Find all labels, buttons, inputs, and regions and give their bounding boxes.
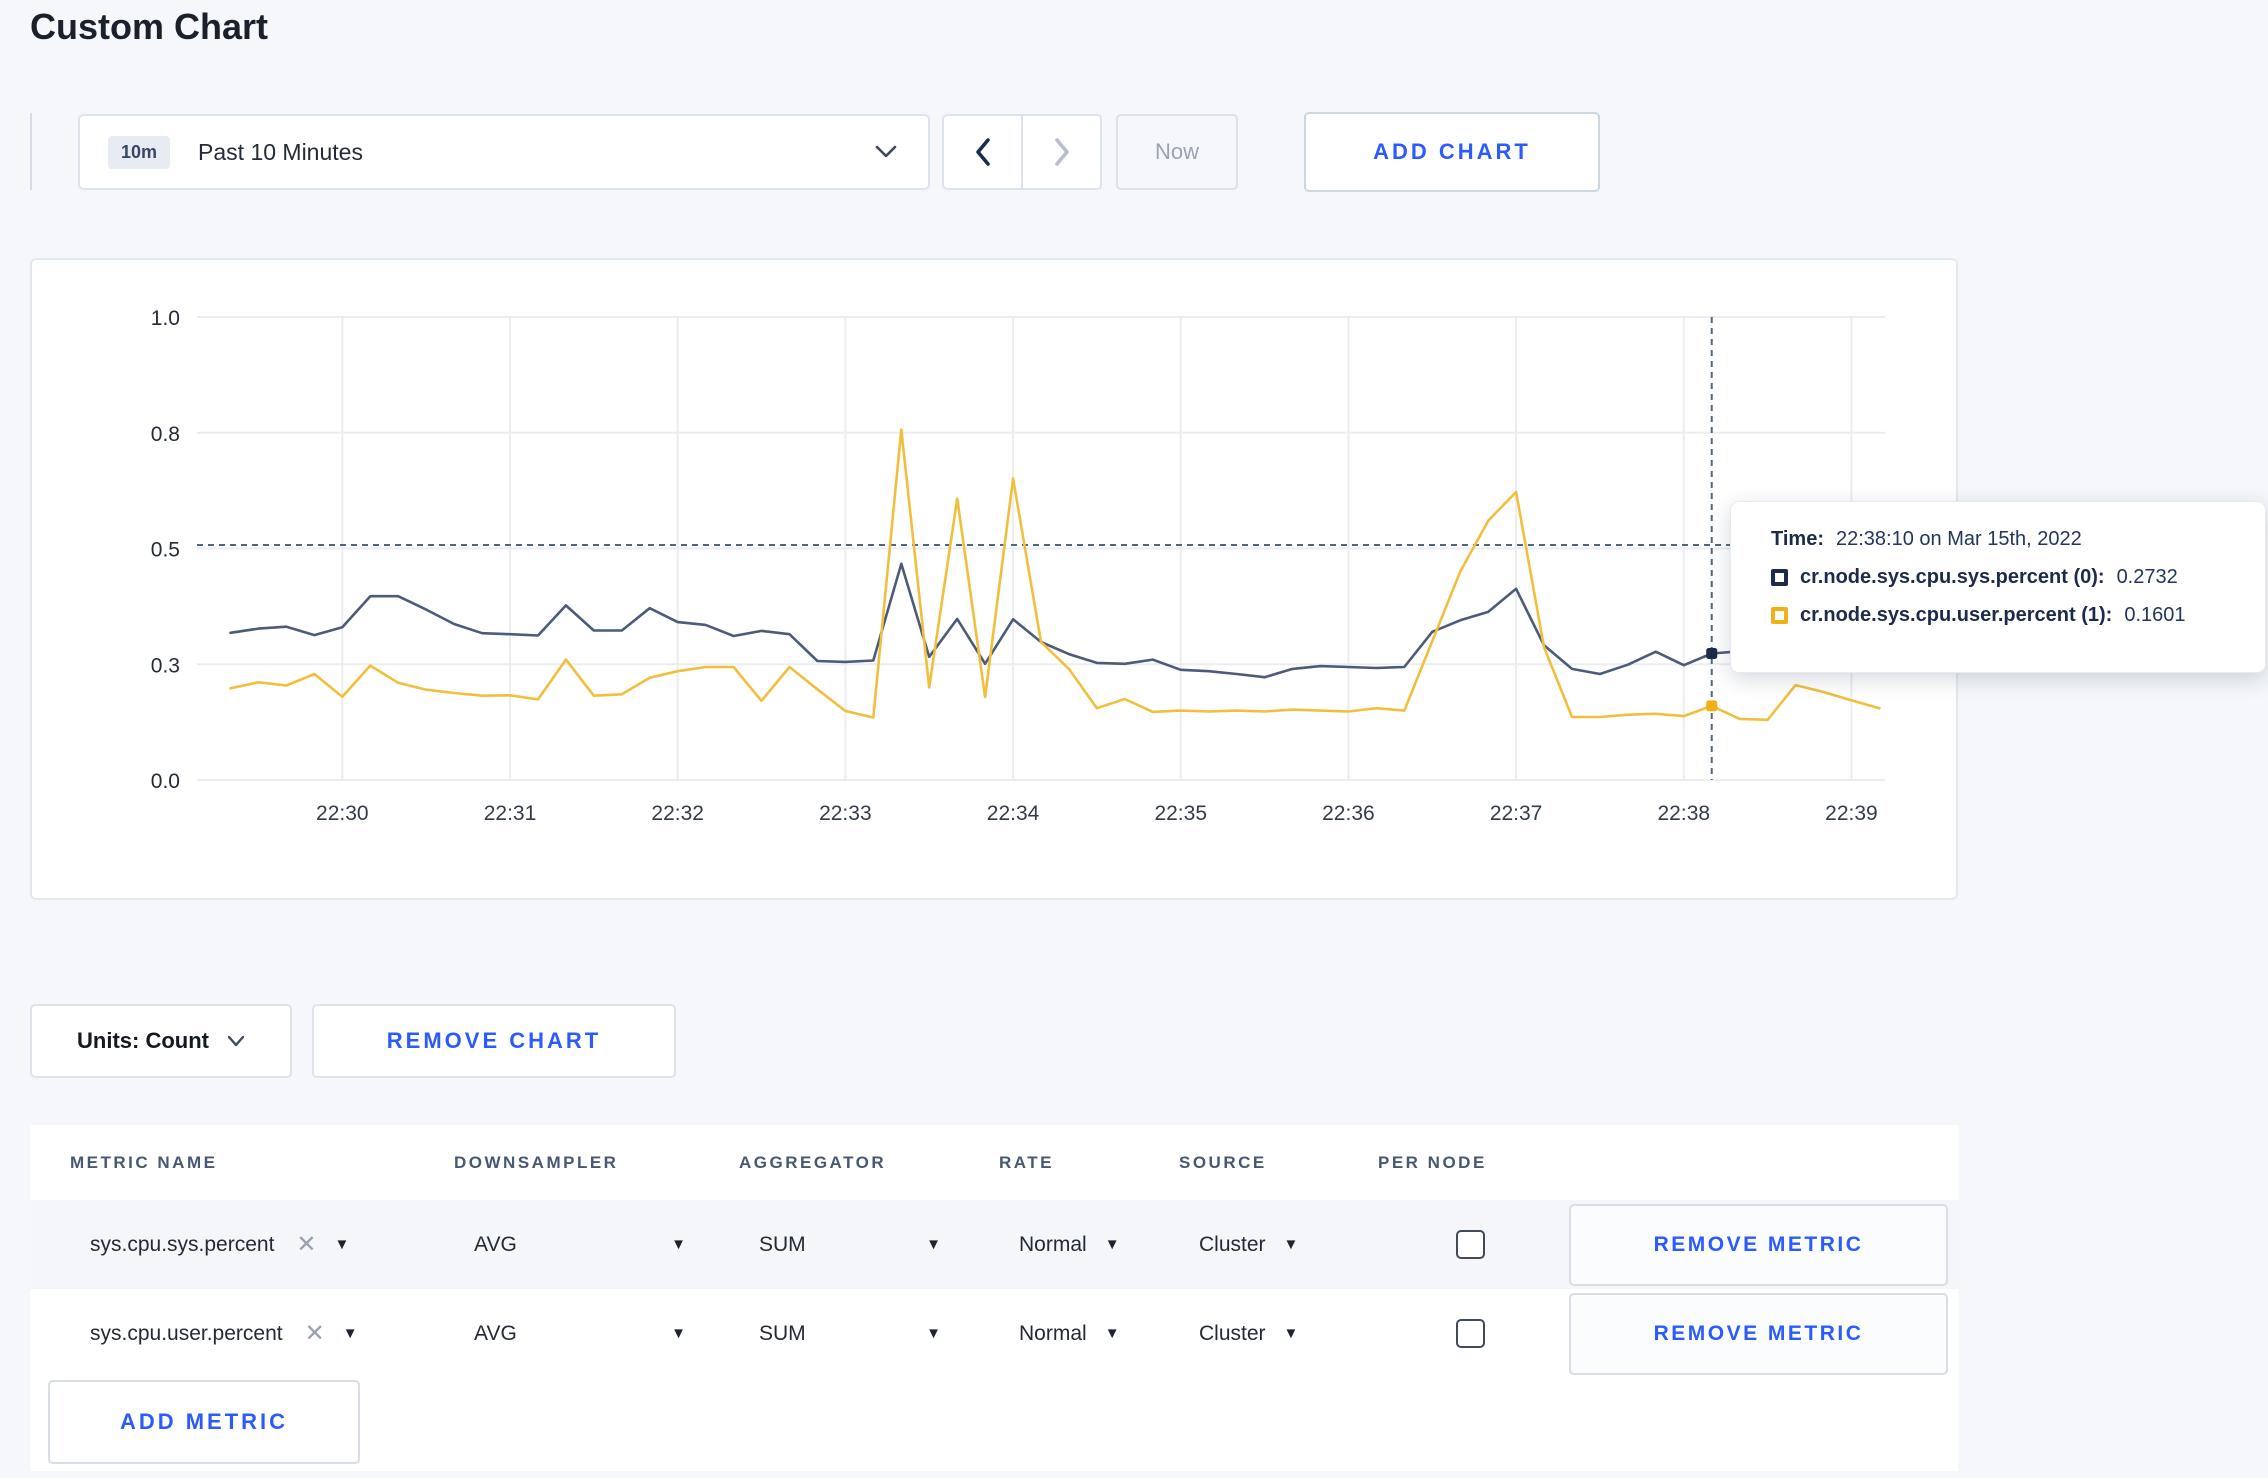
toolbar-divider [30, 113, 32, 190]
metrics-table: METRIC NAME DOWNSAMPLER AGGREGATOR RATE … [30, 1125, 1958, 1471]
svg-text:22:33: 22:33 [819, 802, 872, 825]
caret-down-icon: ▼ [1104, 1325, 1120, 1342]
now-button[interactable]: Now [1116, 114, 1238, 190]
clear-metric-icon[interactable]: ✕ [296, 1232, 316, 1257]
svg-text:0.3: 0.3 [151, 654, 180, 677]
tooltip-series-row: cr.node.sys.cpu.user.percent (1): 0.1601 [1771, 604, 2255, 627]
cpu-chart-svg[interactable]: 0.0 0.3 0.5 0.8 1.0 22:30 22:31 22:32 22:33 22:34… [32, 260, 1960, 902]
chevron-down-icon [227, 1035, 245, 1047]
remove-chart-button[interactable]: REMOVE CHART [312, 1004, 676, 1078]
page-title: Custom Chart [30, 6, 269, 47]
time-nav-group [942, 114, 1102, 190]
chart-card: 0.0 0.3 0.5 0.8 1.0 22:30 22:31 22:32 22:33 22:34… [30, 258, 1958, 900]
downsampler-select[interactable]: AVG ▼ [446, 1322, 731, 1346]
custom-chart-page: Custom Chart 10m Past 10 Minutes Now ADD… [0, 0, 2268, 1478]
tooltip-series-row: cr.node.sys.cpu.sys.percent (0): 0.2732 [1771, 566, 2255, 589]
next-time-button[interactable] [1021, 116, 1100, 188]
per-node-cell [1370, 1319, 1569, 1348]
tooltip-series-value: 0.1601 [2124, 604, 2186, 626]
downsampler-select[interactable]: AVG ▼ [446, 1233, 731, 1257]
tooltip-time-value: 22:38:10 on Mar 15th, 2022 [1835, 528, 2082, 550]
header-source: SOURCE [1179, 1152, 1267, 1172]
time-window-label: Past 10 Minutes [198, 138, 363, 165]
aggregator-select[interactable]: SUM ▼ [731, 1322, 991, 1346]
rate-select[interactable]: Normal ▼ [991, 1322, 1171, 1346]
caret-down-icon: ▼ [671, 1236, 686, 1253]
metric-name-select[interactable]: sys.cpu.user.percent ✕ ▼ [62, 1321, 446, 1346]
svg-text:22:38: 22:38 [1658, 802, 1711, 825]
caret-down-icon: ▼ [1283, 1325, 1299, 1342]
metric-name-select[interactable]: sys.cpu.sys.percent ✕ ▼ [62, 1232, 446, 1257]
remove-metric-button[interactable]: REMOVE METRIC [1569, 1292, 1948, 1375]
svg-text:22:35: 22:35 [1154, 802, 1207, 825]
metrics-table-header: METRIC NAME DOWNSAMPLER AGGREGATOR RATE … [30, 1125, 1958, 1200]
svg-text:22:30: 22:30 [316, 802, 369, 825]
chevron-left-icon [975, 138, 990, 166]
chevron-right-icon [1054, 138, 1069, 166]
per-node-checkbox[interactable] [1456, 1230, 1485, 1259]
tooltip-time-label: Time: [1771, 528, 1824, 550]
chevron-down-icon [874, 144, 898, 160]
source-value: Cluster [1199, 1321, 1266, 1345]
units-label: Units: Count [77, 1028, 209, 1053]
remove-metric-cell: REMOVE METRIC [1569, 1203, 1948, 1286]
source-value: Cluster [1199, 1232, 1266, 1256]
svg-text:0.5: 0.5 [151, 539, 180, 562]
svg-text:1.0: 1.0 [151, 307, 180, 330]
add-chart-button[interactable]: ADD CHART [1304, 112, 1600, 192]
header-rate: RATE [999, 1152, 1055, 1172]
downsampler-value: AVG [474, 1232, 517, 1256]
per-node-cell [1370, 1230, 1569, 1259]
series-swatch-icon [1771, 607, 1788, 624]
add-metric-button[interactable]: ADD METRIC [48, 1380, 360, 1464]
metric-name-label: sys.cpu.user.percent [90, 1321, 283, 1345]
header-metric-name: METRIC NAME [70, 1152, 218, 1172]
clear-metric-icon[interactable]: ✕ [305, 1321, 325, 1346]
tooltip-series-value: 0.2732 [2116, 566, 2178, 588]
svg-text:22:36: 22:36 [1322, 802, 1375, 825]
svg-text:22:32: 22:32 [651, 802, 704, 825]
metric-row: sys.cpu.user.percent ✕ ▼ AVG ▼ SUM ▼ Nor… [30, 1289, 1958, 1378]
source-select[interactable]: Cluster ▼ [1171, 1233, 1370, 1257]
header-aggregator: AGGREGATOR [739, 1152, 887, 1172]
caret-down-icon: ▼ [926, 1236, 941, 1253]
tooltip-series-label: cr.node.sys.cpu.user.percent (1): [1800, 604, 2113, 626]
rate-value: Normal [1019, 1321, 1087, 1345]
chart-hover-tooltip: Time: 22:38:10 on Mar 15th, 2022 cr.node… [1730, 501, 2266, 673]
rate-select[interactable]: Normal ▼ [991, 1233, 1171, 1257]
header-per-node: PER NODE [1378, 1152, 1487, 1172]
svg-text:0.0: 0.0 [151, 770, 180, 793]
svg-text:0.8: 0.8 [151, 423, 180, 446]
svg-text:22:34: 22:34 [987, 802, 1040, 825]
per-node-checkbox[interactable] [1456, 1319, 1485, 1348]
header-downsampler: DOWNSAMPLER [454, 1152, 619, 1172]
caret-down-icon: ▼ [671, 1325, 686, 1342]
metric-name-label: sys.cpu.sys.percent [90, 1232, 275, 1256]
caret-down-icon: ▼ [1104, 1236, 1120, 1253]
time-window-badge: 10m [108, 135, 171, 169]
svg-text:22:39: 22:39 [1825, 802, 1878, 825]
svg-text:22:31: 22:31 [484, 802, 537, 825]
time-range-select[interactable]: 10m Past 10 Minutes [78, 114, 930, 190]
tooltip-series-label: cr.node.sys.cpu.sys.percent (0): [1800, 566, 2105, 588]
prev-time-button[interactable] [944, 116, 1021, 188]
caret-down-icon: ▼ [926, 1325, 941, 1342]
rate-value: Normal [1019, 1232, 1087, 1256]
svg-text:22:37: 22:37 [1490, 802, 1543, 825]
caret-down-icon[interactable]: ▼ [343, 1325, 358, 1342]
caret-down-icon[interactable]: ▼ [335, 1236, 350, 1253]
caret-down-icon: ▼ [1283, 1236, 1299, 1253]
source-select[interactable]: Cluster ▼ [1171, 1322, 1370, 1346]
remove-metric-cell: REMOVE METRIC [1569, 1292, 1948, 1375]
metric-row: sys.cpu.sys.percent ✕ ▼ AVG ▼ SUM ▼ Norm… [30, 1200, 1958, 1289]
aggregator-select[interactable]: SUM ▼ [731, 1233, 991, 1257]
aggregator-value: SUM [759, 1321, 806, 1345]
series-swatch-icon [1771, 569, 1788, 586]
units-select[interactable]: Units: Count [30, 1004, 292, 1078]
remove-metric-button[interactable]: REMOVE METRIC [1569, 1203, 1948, 1286]
tooltip-time-row: Time: 22:38:10 on Mar 15th, 2022 [1771, 528, 2255, 551]
downsampler-value: AVG [474, 1321, 517, 1345]
aggregator-value: SUM [759, 1232, 806, 1256]
